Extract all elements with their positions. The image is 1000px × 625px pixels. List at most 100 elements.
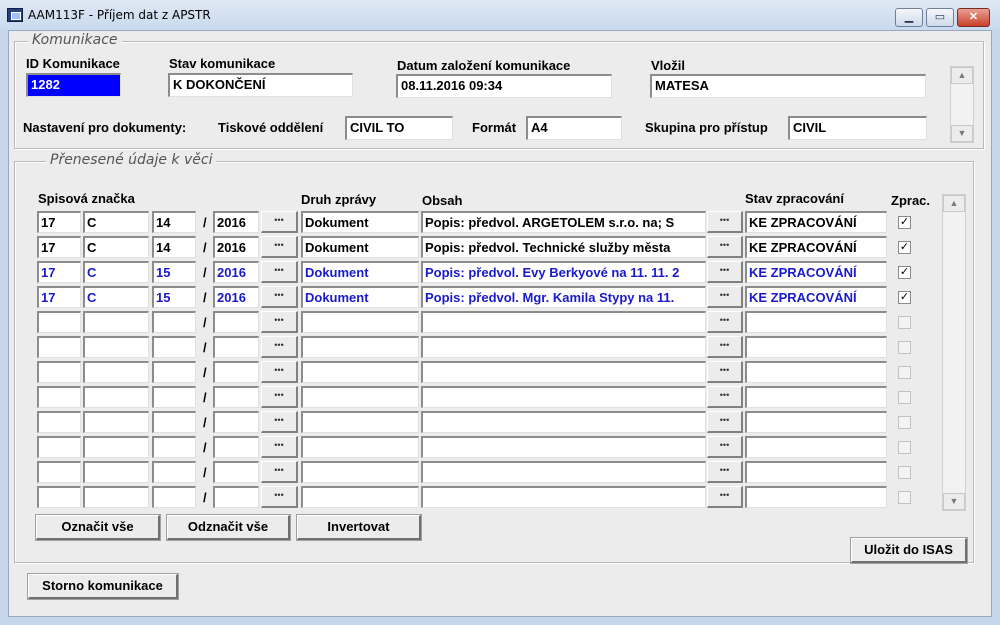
cell-druh[interactable] xyxy=(301,486,419,508)
storno-komunikace-button[interactable]: Storno komunikace xyxy=(27,573,179,600)
cell-a[interactable] xyxy=(37,411,81,433)
cell-b[interactable] xyxy=(83,361,149,383)
cell-d[interactable] xyxy=(213,386,259,408)
obsah-lookup-button[interactable]: ••• xyxy=(707,336,743,358)
cell-a[interactable]: 17 xyxy=(37,236,81,258)
invertovat-button[interactable]: Invertovat xyxy=(296,514,422,541)
cell-c[interactable] xyxy=(152,386,196,408)
cell-d[interactable]: 2016 xyxy=(213,211,259,233)
spisova-lookup-button[interactable]: ••• xyxy=(261,486,298,508)
cell-stav[interactable] xyxy=(745,486,887,508)
obsah-lookup-button[interactable]: ••• xyxy=(707,236,743,258)
skupina-field[interactable]: CIVIL xyxy=(788,116,927,140)
obsah-lookup-button[interactable]: ••• xyxy=(707,436,743,458)
cell-stav[interactable] xyxy=(745,361,887,383)
cell-d[interactable] xyxy=(213,461,259,483)
cell-a[interactable] xyxy=(37,311,81,333)
odznacit-vse-button[interactable]: Odznačit vše xyxy=(166,514,291,541)
cell-b[interactable]: C xyxy=(83,236,149,258)
oznacit-vse-button[interactable]: Označit vše xyxy=(35,514,161,541)
cell-stav[interactable] xyxy=(745,436,887,458)
cell-c[interactable] xyxy=(152,461,196,483)
cell-d[interactable]: 2016 xyxy=(213,236,259,258)
cell-c[interactable]: 15 xyxy=(152,261,196,283)
cell-obsah[interactable] xyxy=(421,336,706,358)
zprac-checkbox[interactable] xyxy=(898,366,911,379)
spisova-lookup-button[interactable]: ••• xyxy=(261,336,298,358)
cell-a[interactable] xyxy=(37,436,81,458)
zprac-checkbox[interactable] xyxy=(898,391,911,404)
cell-obsah[interactable] xyxy=(421,386,706,408)
cell-d[interactable] xyxy=(213,436,259,458)
cell-c[interactable] xyxy=(152,336,196,358)
cell-stav[interactable] xyxy=(745,411,887,433)
cell-druh[interactable] xyxy=(301,311,419,333)
scroll-up-icon[interactable]: ▲ xyxy=(951,67,973,84)
cell-obsah[interactable]: Popis: předvol. Technické služby města xyxy=(421,236,706,258)
obsah-lookup-button[interactable]: ••• xyxy=(707,411,743,433)
cell-stav[interactable]: KE ZPRACOVÁNÍ xyxy=(745,286,887,308)
cell-stav[interactable] xyxy=(745,461,887,483)
cell-b[interactable] xyxy=(83,486,149,508)
obsah-lookup-button[interactable]: ••• xyxy=(707,386,743,408)
cell-c[interactable]: 15 xyxy=(152,286,196,308)
obsah-lookup-button[interactable]: ••• xyxy=(707,461,743,483)
cell-b[interactable]: C xyxy=(83,286,149,308)
cell-a[interactable] xyxy=(37,461,81,483)
cell-d[interactable] xyxy=(213,361,259,383)
zprac-checkbox[interactable] xyxy=(898,341,911,354)
cell-stav[interactable]: KE ZPRACOVÁNÍ xyxy=(745,211,887,233)
table-scrollbar[interactable]: ▲ ▼ xyxy=(942,194,966,511)
cell-obsah[interactable]: Popis: předvol. Mgr. Kamila Stypy na 11. xyxy=(421,286,706,308)
cell-b[interactable] xyxy=(83,411,149,433)
cell-druh[interactable] xyxy=(301,461,419,483)
zprac-checkbox[interactable] xyxy=(898,416,911,429)
cell-d[interactable] xyxy=(213,311,259,333)
obsah-lookup-button[interactable]: ••• xyxy=(707,211,743,233)
cell-obsah[interactable] xyxy=(421,486,706,508)
cell-d[interactable] xyxy=(213,336,259,358)
cell-a[interactable]: 17 xyxy=(37,211,81,233)
cell-a[interactable]: 17 xyxy=(37,261,81,283)
cell-d[interactable] xyxy=(213,486,259,508)
cell-d[interactable] xyxy=(213,411,259,433)
spisova-lookup-button[interactable]: ••• xyxy=(261,361,298,383)
spisova-lookup-button[interactable]: ••• xyxy=(261,211,298,233)
spisova-lookup-button[interactable]: ••• xyxy=(261,261,298,283)
spisova-lookup-button[interactable]: ••• xyxy=(261,436,298,458)
cell-b[interactable] xyxy=(83,311,149,333)
spisova-lookup-button[interactable]: ••• xyxy=(261,461,298,483)
zprac-checkbox[interactable]: ✓ xyxy=(898,266,911,279)
datum-field[interactable]: 08.11.2016 09:34 xyxy=(396,74,612,98)
cell-b[interactable] xyxy=(83,461,149,483)
cell-obsah[interactable] xyxy=(421,361,706,383)
cell-druh[interactable]: Dokument xyxy=(301,236,419,258)
close-icon[interactable]: ✕ xyxy=(957,8,990,27)
cell-b[interactable] xyxy=(83,386,149,408)
spisova-lookup-button[interactable]: ••• xyxy=(261,286,298,308)
cell-druh[interactable]: Dokument xyxy=(301,261,419,283)
obsah-lookup-button[interactable]: ••• xyxy=(707,286,743,308)
cell-obsah[interactable]: Popis: předvol. Evy Berkyové na 11. 11. … xyxy=(421,261,706,283)
scroll-down-icon[interactable]: ▼ xyxy=(951,125,973,142)
zprac-checkbox[interactable] xyxy=(898,441,911,454)
cell-druh[interactable] xyxy=(301,411,419,433)
cell-c[interactable]: 14 xyxy=(152,211,196,233)
format-field[interactable]: A4 xyxy=(526,116,622,140)
cell-obsah[interactable] xyxy=(421,436,706,458)
cell-c[interactable] xyxy=(152,436,196,458)
cell-stav[interactable] xyxy=(745,311,887,333)
cell-c[interactable]: 14 xyxy=(152,236,196,258)
cell-druh[interactable] xyxy=(301,436,419,458)
cell-druh[interactable] xyxy=(301,386,419,408)
cell-obsah[interactable] xyxy=(421,311,706,333)
ulozit-do-isas-button[interactable]: Uložit do ISAS xyxy=(850,537,968,564)
cell-c[interactable] xyxy=(152,411,196,433)
cell-c[interactable] xyxy=(152,486,196,508)
cell-a[interactable] xyxy=(37,386,81,408)
cell-druh[interactable]: Dokument xyxy=(301,286,419,308)
cell-stav[interactable] xyxy=(745,386,887,408)
obsah-lookup-button[interactable]: ••• xyxy=(707,361,743,383)
zprac-checkbox[interactable]: ✓ xyxy=(898,241,911,254)
obsah-lookup-button[interactable]: ••• xyxy=(707,311,743,333)
